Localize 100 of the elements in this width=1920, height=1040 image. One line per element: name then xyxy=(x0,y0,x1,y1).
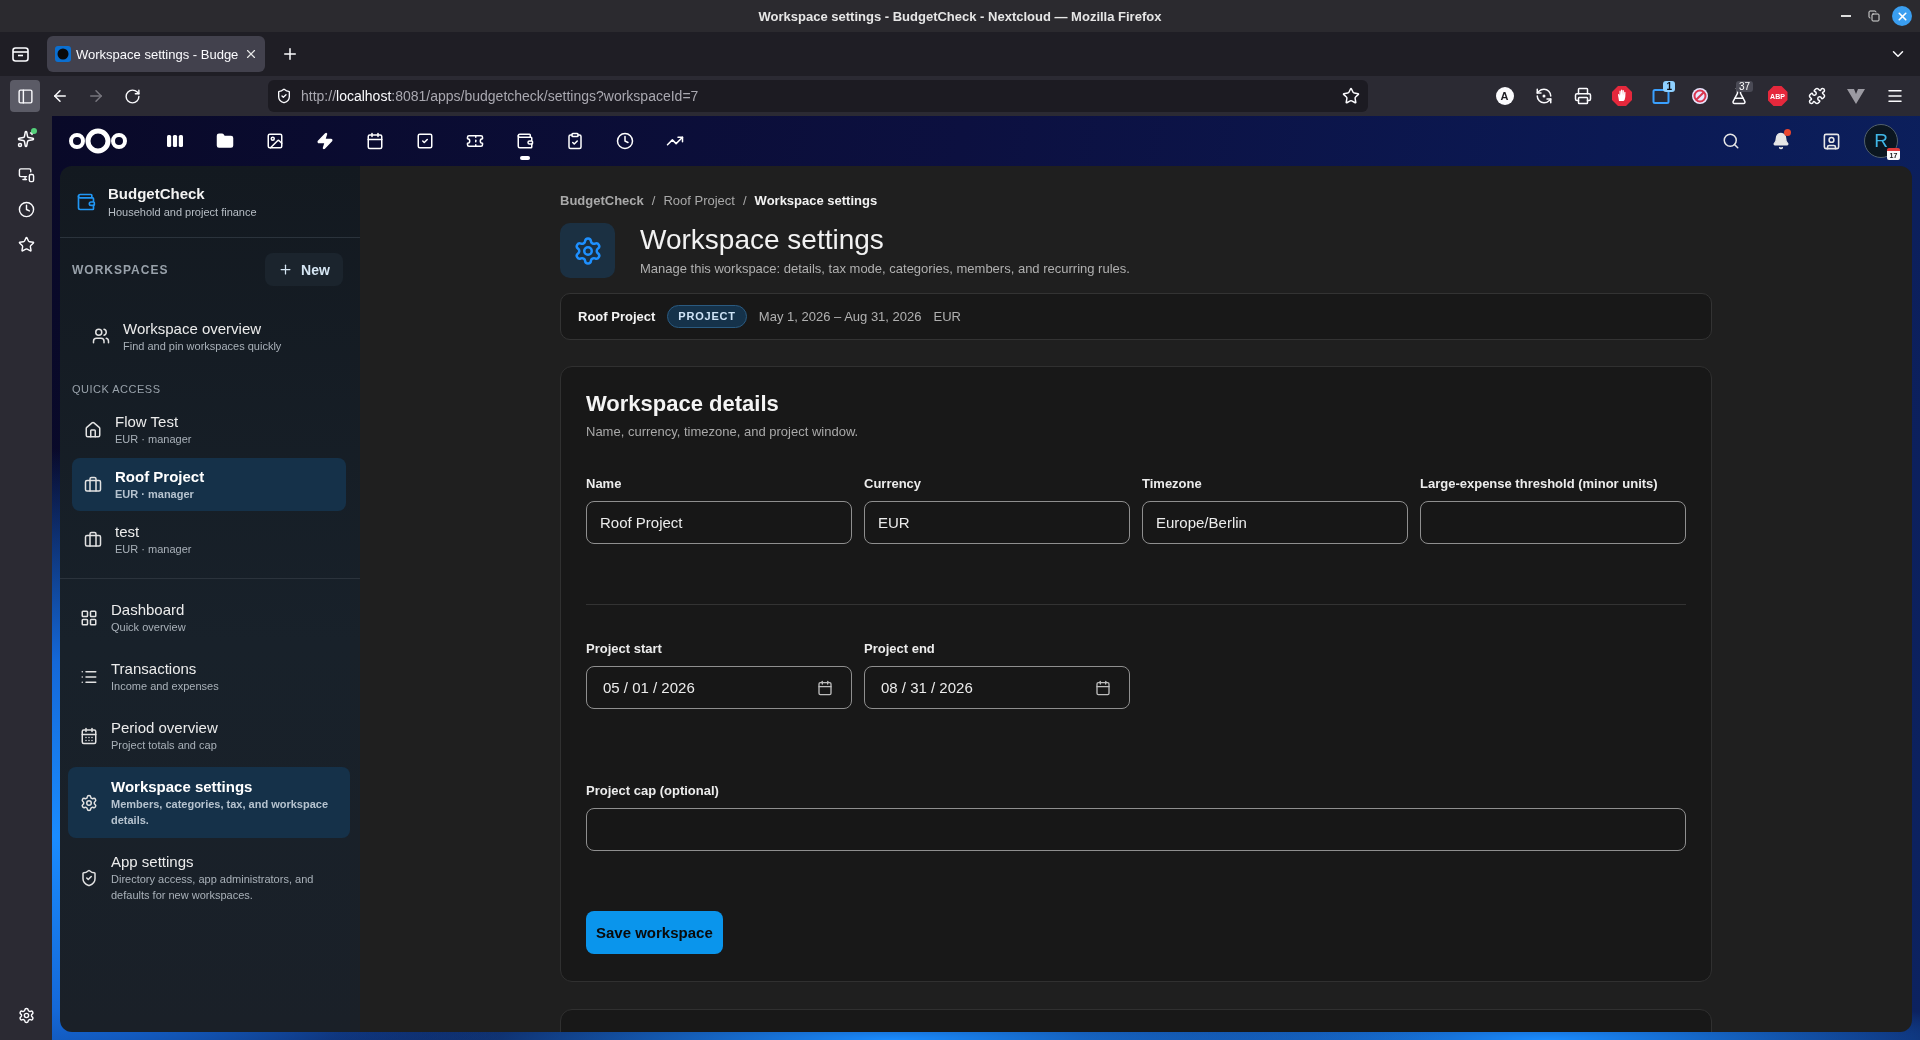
plus-icon xyxy=(278,262,294,277)
workspace-item[interactable]: Roof Project EUR · manager xyxy=(72,458,346,511)
v-shape-icon[interactable] xyxy=(1846,88,1865,104)
address-bar[interactable]: http://localhost:8081/apps/budgetcheck/settings?workspaceId=7 xyxy=(268,80,1368,112)
browser-tab[interactable]: Workspace settings - Budge xyxy=(47,36,265,72)
calendar-icon xyxy=(366,132,384,150)
window-title: Workspace settings - BudgetCheck - Nextcloud — Mozilla Firefox xyxy=(758,8,1162,24)
grid-icon xyxy=(80,608,98,627)
letter-button[interactable]: A xyxy=(1495,87,1514,105)
calendar-icon[interactable] xyxy=(817,679,833,696)
nav-item[interactable]: App settings Directory access, app administrators, and defaults for new workspaces. xyxy=(68,842,350,913)
nav-item[interactable]: Dashboard Quick overview xyxy=(68,590,350,645)
field-label: Timezone xyxy=(1142,476,1203,492)
item-title: Dashboard xyxy=(111,600,186,619)
refresh-icon[interactable] xyxy=(1534,87,1553,105)
close-icon xyxy=(1895,9,1909,23)
calendar-icon xyxy=(80,726,98,745)
field-label: Currency xyxy=(864,476,923,492)
stop-hand-icon[interactable] xyxy=(1611,86,1632,106)
breadcrumb-link[interactable]: Roof Project xyxy=(663,193,735,209)
nav-item[interactable]: Transactions Income and expenses xyxy=(68,649,350,704)
breadcrumb-separator: / xyxy=(651,193,656,209)
wallet-icon xyxy=(516,132,534,150)
item-subtitle: Project totals and cap xyxy=(111,738,218,753)
section-heading: QUICK ACCESS xyxy=(72,382,162,396)
plus-icon xyxy=(281,45,299,63)
clock-icon xyxy=(17,200,35,218)
page-subtitle: Manage this workspace: details, tax mode, categories, members, and recurring rules. xyxy=(640,260,1130,278)
item-title: App settings xyxy=(111,852,195,871)
clock-icon xyxy=(616,132,634,150)
workspace-overview-item[interactable]: Workspace overview Find and pin workspaces quickly xyxy=(72,310,346,362)
search-icon xyxy=(1722,132,1740,150)
bell-icon xyxy=(1772,132,1790,150)
date-field[interactable]: 08 / 31 / 2026 xyxy=(864,666,1130,709)
save-button[interactable]: Save workspace xyxy=(586,911,723,954)
text-field[interactable] xyxy=(1420,501,1686,544)
item-subtitle: Directory access, app administrators, and defaults for new workspaces. xyxy=(111,872,315,903)
breadcrumb-separator: / xyxy=(742,193,747,209)
new-workspace-button[interactable]: New xyxy=(265,253,343,286)
card-title: Workspace details xyxy=(586,390,780,418)
shield-check-icon xyxy=(80,868,98,887)
text-field[interactable] xyxy=(586,808,1686,851)
ticket-icon xyxy=(466,132,484,150)
columns-icon xyxy=(166,133,184,149)
shield-icon xyxy=(276,88,292,104)
calendar-icon[interactable] xyxy=(1095,679,1111,696)
panel-icon xyxy=(11,46,29,62)
count-badge: 1 xyxy=(1663,81,1675,92)
text-field[interactable]: Europe/Berlin xyxy=(1142,501,1408,544)
close-button[interactable] xyxy=(1892,6,1912,26)
sidebar-toggle-button[interactable] xyxy=(10,80,40,112)
settings-tile-icon xyxy=(560,223,615,278)
workspace-name: Roof Project xyxy=(578,309,656,324)
date-field[interactable]: 05 / 01 / 2026 xyxy=(586,666,852,709)
wallet-icon xyxy=(76,191,96,212)
nav-item[interactable]: Period overview Project totals and cap xyxy=(68,708,350,763)
reload-icon xyxy=(123,87,141,105)
item-title: test xyxy=(115,522,141,541)
app-name: BudgetCheck xyxy=(108,183,206,203)
sidebar-icon xyxy=(16,87,34,105)
minimize-icon xyxy=(1841,15,1851,17)
item-subtitle: EUR · manager xyxy=(115,432,192,447)
section-heading: WORKSPACES xyxy=(72,262,169,277)
folder-icon xyxy=(216,132,234,150)
users-icon xyxy=(92,327,110,345)
bookmark-star-icon[interactable] xyxy=(1342,87,1360,105)
settings-icon xyxy=(80,793,98,812)
field-label: Name xyxy=(586,476,623,492)
item-title: Workspace settings xyxy=(111,777,254,796)
lightning-icon xyxy=(316,132,334,150)
item-title: Flow Test xyxy=(115,412,180,431)
breadcrumb-link[interactable]: BudgetCheck xyxy=(560,193,644,209)
house-icon xyxy=(84,420,102,439)
item-subtitle: Income and expenses xyxy=(111,679,219,694)
item-title: Roof Project xyxy=(115,467,205,486)
item-title: Period overview xyxy=(111,718,218,737)
field-label: Project end xyxy=(864,641,936,657)
nav-item[interactable]: Workspace settings Members, categories, tax, and workspace details. xyxy=(68,767,350,838)
workspace-item[interactable]: test EUR · manager xyxy=(72,513,346,566)
settings-icon xyxy=(17,1006,35,1024)
printer-icon[interactable] xyxy=(1573,87,1592,105)
menu-icon[interactable] xyxy=(1885,87,1904,105)
sparkle-icon xyxy=(17,130,35,148)
field-label: Project cap (optional) xyxy=(586,783,720,799)
image-icon xyxy=(266,132,284,150)
card-subtitle: Name, currency, timezone, and project window. xyxy=(586,423,860,441)
text-field[interactable]: EUR xyxy=(864,501,1130,544)
briefcase-icon xyxy=(84,475,102,494)
page-title: Workspace settings xyxy=(640,223,885,257)
text-field[interactable]: Roof Project xyxy=(586,501,852,544)
nextcloud-logo[interactable] xyxy=(68,127,128,155)
puzzle-icon[interactable] xyxy=(1807,87,1826,105)
no-entry-icon[interactable] xyxy=(1690,87,1709,105)
item-subtitle: Find and pin workspaces quickly xyxy=(123,338,282,354)
checkbox-icon xyxy=(416,132,434,150)
briefcase-icon xyxy=(84,530,102,549)
currency-code: EUR xyxy=(933,309,961,324)
workspace-item[interactable]: Flow Test EUR · manager xyxy=(72,403,346,456)
item-title: Transactions xyxy=(111,659,198,678)
item-subtitle: Members, categories, tax, and workspace details. xyxy=(111,797,330,828)
